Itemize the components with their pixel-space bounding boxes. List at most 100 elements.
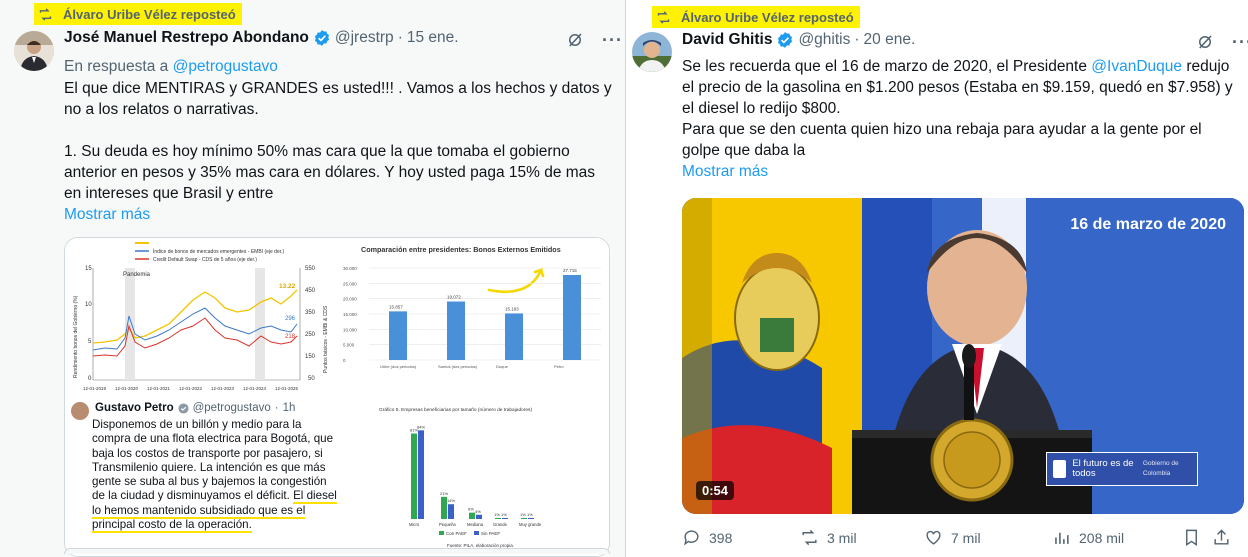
- x-tick: 12-01-2020: [115, 386, 139, 391]
- separator-dot: ·: [397, 29, 403, 46]
- separator-dot: ·: [854, 31, 860, 48]
- media-line-chart[interactable]: Índice de bonos de mercados emergentes -…: [65, 238, 337, 395]
- y-tick: 10: [85, 302, 92, 308]
- small-bar-label: 6%: [468, 507, 474, 512]
- small-category-label: Mediana: [467, 522, 484, 527]
- media-grid[interactable]: Índice de bonos de mercados emergentes -…: [64, 237, 610, 557]
- next-card-edge: [64, 548, 610, 554]
- y-axis-label: Rendimiento bonos del Gobierno (%): [73, 295, 79, 378]
- grok-icon[interactable]: [1196, 33, 1214, 51]
- small-bar-label: 1%: [520, 512, 526, 517]
- mention-link[interactable]: @IvanDuque: [1091, 58, 1182, 75]
- author-handle[interactable]: @jrestrp: [335, 29, 394, 47]
- y-tick-right: 450: [305, 288, 316, 294]
- grok-icon[interactable]: [566, 31, 584, 49]
- author-avatar[interactable]: [14, 31, 54, 71]
- y-tick-right: 250: [305, 332, 316, 338]
- pandemic-annotation: Pandemia: [123, 272, 151, 278]
- show-more-link[interactable]: Mostrar más: [682, 161, 1242, 182]
- reply-prefix: En respuesta a: [64, 58, 169, 75]
- y-tick-right: 50: [308, 376, 315, 382]
- reply-button[interactable]: 398: [682, 528, 800, 547]
- bookmark-button[interactable]: [1182, 528, 1212, 547]
- like-count: 7 mil: [951, 529, 981, 546]
- small-bar-label: 1%: [527, 512, 533, 517]
- y-tick: 5.000: [343, 343, 355, 348]
- share-button[interactable]: [1212, 528, 1242, 547]
- left-tweet: Álvaro Uribe Vélez reposteó José Manuel …: [0, 0, 626, 557]
- views-count: 208 mil: [1079, 529, 1125, 546]
- quoted-handle: @petrogustavo: [192, 402, 271, 414]
- legend-label: Con PAEF: [446, 531, 467, 536]
- category-label: Uribe (dos periodos): [380, 364, 417, 369]
- bar-value-label: 15.193: [505, 306, 519, 311]
- bookmark-icon: [1186, 529, 1197, 546]
- tweet-paragraph: 1. Su deuda es hoy mínimo 50% mas cara q…: [64, 143, 596, 202]
- video-duration: 0:54: [696, 481, 735, 500]
- more-options-icon[interactable]: ···: [602, 31, 623, 49]
- bar-chart: Comparación entre presidentes: Bonos Ext…: [339, 238, 609, 395]
- quoted-name: Gustavo Petro: [95, 402, 174, 414]
- tweet-paragraph: Se les recuerda que el 16 de marzo de 20…: [682, 56, 1242, 119]
- author-name[interactable]: José Manuel Restrepo Abondano: [64, 29, 309, 47]
- bar-chart-title: Comparación entre presidentes: Bonos Ext…: [361, 245, 561, 254]
- quoted-header: Gustavo Petro @petrogustavo · 1h: [95, 402, 295, 414]
- small-category-label: Pequeña: [439, 522, 456, 527]
- author-avatar[interactable]: [632, 32, 672, 72]
- tweet-header: David Ghitis @ghitis · 20 ene.: [682, 31, 915, 49]
- video-player[interactable]: 16 de marzo de 2020 El futuro es de todo…: [682, 198, 1244, 514]
- tweet-date[interactable]: 15 ene.: [407, 29, 459, 47]
- end-value-yellow: 13.22: [279, 283, 296, 290]
- tweet-actions: 398 3 mil 7 mil 208 mil: [682, 528, 1242, 547]
- y-tick: 15.000: [343, 312, 357, 317]
- verified-icon: [778, 32, 793, 48]
- small-bar-label: 21%: [440, 491, 448, 496]
- author-handle[interactable]: @ghitis: [798, 31, 850, 49]
- author-name[interactable]: David Ghitis: [682, 31, 772, 49]
- reply-count: 398: [709, 529, 733, 546]
- repost-button[interactable]: 3 mil: [800, 528, 924, 547]
- small-bar: [476, 514, 482, 519]
- media-bar-chart[interactable]: Comparación entre presidentes: Bonos Ext…: [339, 238, 609, 395]
- category-label: Santos (dos periodos): [438, 364, 478, 369]
- quoted-text: Disponemos de un billón y medio para la …: [92, 418, 337, 534]
- verified-icon: [314, 30, 329, 46]
- y-tick-right: 550: [305, 266, 316, 272]
- views-button[interactable]: 208 mil: [1052, 528, 1182, 547]
- verified-icon: [178, 402, 189, 414]
- more-options-icon[interactable]: ···: [1232, 33, 1248, 51]
- repost-label[interactable]: Álvaro Uribe Vélez reposteó: [63, 7, 236, 22]
- reply-to-link[interactable]: @petrogustavo: [173, 58, 278, 75]
- media-small-chart[interactable]: Gráfico 5. Empresas beneficiarias por ta…: [339, 397, 609, 556]
- show-more-link[interactable]: Mostrar más: [64, 204, 614, 225]
- category-label: Petro: [554, 364, 564, 369]
- end-value-blue: 296: [285, 316, 296, 322]
- small-bar: [502, 517, 508, 519]
- like-button[interactable]: 7 mil: [924, 528, 1052, 547]
- quoted-avatar: [71, 402, 89, 420]
- bar: [505, 313, 523, 360]
- bar-value-label: 15.857: [389, 304, 403, 309]
- y-tick-right: 150: [305, 354, 316, 360]
- tweet-date[interactable]: 20 ene.: [864, 31, 916, 49]
- y-tick: 20.000: [343, 297, 357, 302]
- repost-indicator: Álvaro Uribe Vélez reposteó: [34, 3, 242, 25]
- small-bar: [528, 517, 534, 519]
- bar: [447, 301, 465, 360]
- small-bar-label: 14%: [447, 498, 455, 503]
- line-legend: Credit Default Swap - CDS de 5 años (eje…: [153, 257, 257, 263]
- repost-indicator: Álvaro Uribe Vélez reposteó: [652, 6, 860, 28]
- small-bar-label: 1%: [494, 512, 500, 517]
- tweet-text: Se les recuerda que el 16 de marzo de 20…: [682, 58, 1092, 75]
- reply-icon: [684, 530, 699, 546]
- views-icon: [1055, 532, 1069, 544]
- repost-label[interactable]: Álvaro Uribe Vélez reposteó: [681, 10, 854, 25]
- small-bar: [495, 517, 501, 519]
- media-quoted-tweet[interactable]: Gustavo Petro @petrogustavo · 1h Dispone…: [65, 397, 337, 556]
- end-value-red: 218: [285, 334, 296, 340]
- line-chart: Índice de bonos de mercados emergentes -…: [65, 238, 337, 395]
- small-bar: [521, 517, 527, 519]
- gov-badge: El futuro es de todos Gobierno de Colomb…: [1046, 452, 1198, 486]
- reply-context: En respuesta a @petrogustavo: [64, 56, 614, 77]
- tweet-body: El que dice MENTIRAS y GRANDES es usted!…: [64, 78, 614, 225]
